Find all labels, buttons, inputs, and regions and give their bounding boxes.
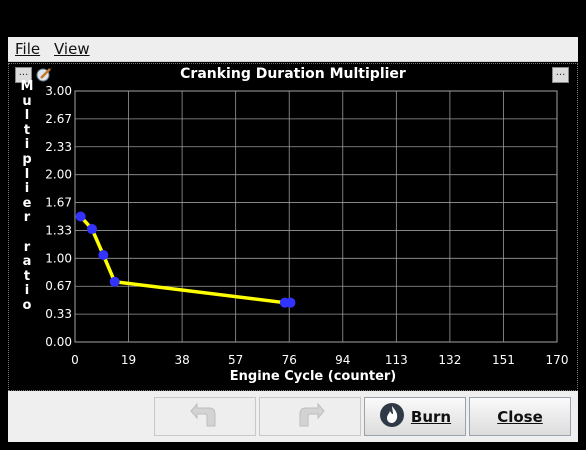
x-tick-label: 0 (71, 353, 79, 367)
y-tick-labels: 3.00 2.67 2.33 2.00 1.67 1.33 1.00 0.67 0.33 0.00 (45, 84, 72, 349)
burn-button[interactable]: Burn (364, 397, 466, 436)
y-tick-label: 3.00 (45, 84, 72, 98)
y-tick-label: 1.00 (45, 251, 72, 265)
undo-button[interactable] (154, 397, 256, 436)
y-tick-label: 0.33 (45, 307, 72, 321)
y-tick-label: 2.33 (45, 140, 72, 154)
close-button-label: Close (497, 407, 543, 426)
plot-area (74, 90, 558, 343)
x-tick-label: 19 (121, 353, 136, 367)
data-point[interactable] (98, 249, 109, 260)
y-tick-label: 1.33 (45, 223, 72, 237)
x-tick-label: 170 (546, 353, 569, 367)
chart-grid (74, 90, 558, 343)
y-tick-label: 2.00 (45, 168, 72, 182)
x-axis-label: Engine Cycle (counter) (229, 369, 397, 384)
x-tick-label: 94 (335, 353, 350, 367)
x-tick-label: 113 (385, 353, 408, 367)
y-tick-label: 0.67 (45, 279, 72, 293)
x-tick-label: 57 (228, 353, 243, 367)
data-point[interactable] (87, 224, 98, 235)
y-tick-label: 1.67 (45, 196, 72, 210)
redo-button[interactable] (259, 397, 361, 436)
x-tick-label: 38 (174, 353, 189, 367)
undo-icon (189, 400, 221, 434)
x-tick-label: 151 (492, 353, 515, 367)
redo-icon (294, 400, 326, 434)
x-tick-label: 76 (282, 353, 297, 367)
data-point[interactable] (109, 276, 120, 287)
x-tick-label: 132 (438, 353, 461, 367)
data-point[interactable] (75, 211, 86, 222)
burn-button-label: Burn (410, 407, 452, 426)
close-button[interactable]: Close (469, 397, 571, 436)
flame-icon (379, 402, 405, 432)
x-tick-labels: 0 19 38 57 76 94 113 132 151 170 (71, 353, 568, 367)
data-point[interactable] (285, 297, 296, 308)
y-tick-label: 2.67 (45, 112, 72, 126)
y-tick-label: 0.00 (45, 335, 72, 349)
